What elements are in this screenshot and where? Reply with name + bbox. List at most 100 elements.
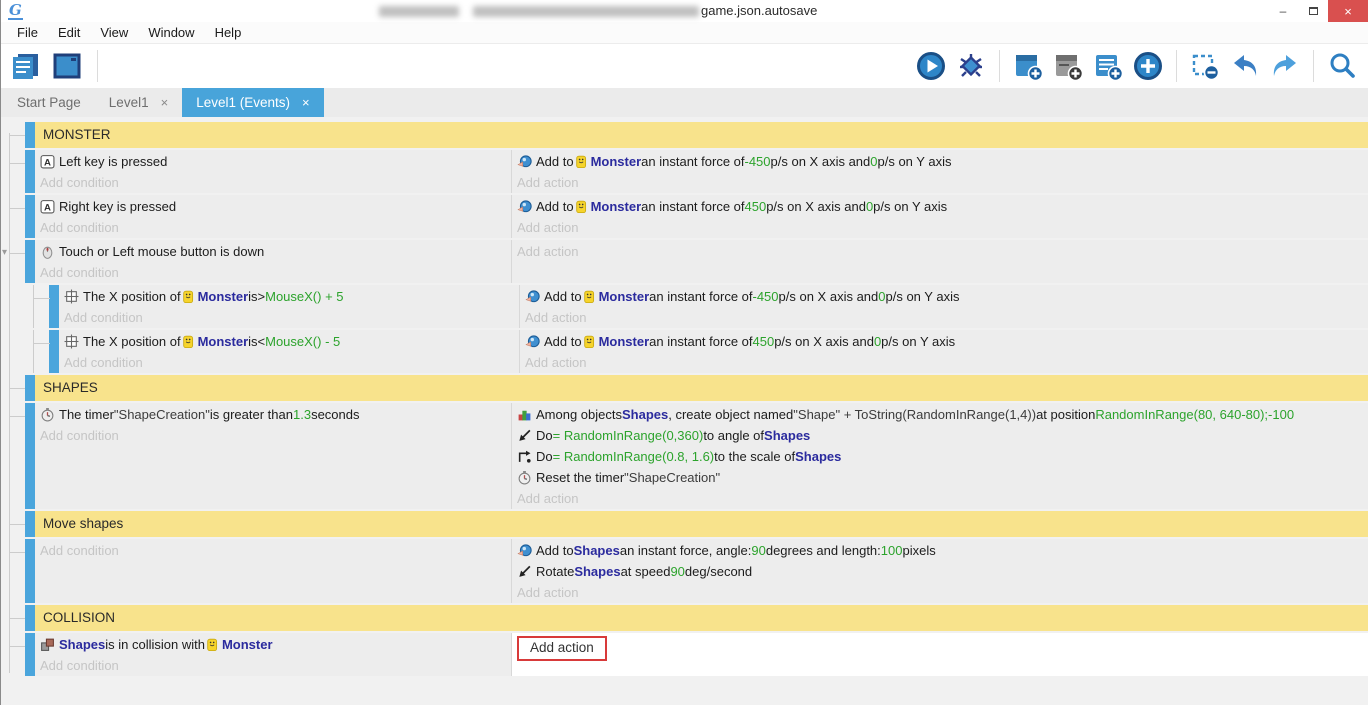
minimize-button[interactable]: – <box>1268 0 1298 22</box>
add-action-link[interactable]: Add action <box>520 307 1368 328</box>
tab-level1-events-[interactable]: Level1 (Events)× <box>182 88 323 117</box>
event-group-header[interactable]: SHAPES <box>35 375 1368 401</box>
add-action-link[interactable]: Add action <box>512 488 1368 509</box>
actions-cell[interactable]: Add to Shapes an instant force, angle: 9… <box>512 539 1368 603</box>
conditions-cell[interactable]: ALeft key is pressedAdd condition <box>35 150 512 193</box>
action-line[interactable]: Add to Monster an instant force of 450 p… <box>512 196 1368 217</box>
add-condition-link[interactable]: Add condition <box>59 352 519 373</box>
text-segment: Add to <box>544 334 582 349</box>
actions-cell[interactable]: Add to Monster an instant force of 450 p… <box>512 195 1368 238</box>
add-action-link[interactable]: Add action <box>512 241 1368 262</box>
scene-editor-icon <box>52 51 82 81</box>
event-handle-bar[interactable] <box>25 122 35 148</box>
condition-line[interactable]: ARight key is pressed <box>35 196 511 217</box>
add-event-button[interactable] <box>1012 50 1044 82</box>
action-line[interactable]: Do = RandomInRange(0.8, 1.6) to the scal… <box>512 446 1368 467</box>
tab-start-page[interactable]: Start Page <box>3 88 95 117</box>
tab-close-icon[interactable]: × <box>302 95 310 110</box>
condition-line[interactable]: The X position of Monster is < MouseX() … <box>59 331 519 352</box>
condition-line[interactable]: ALeft key is pressed <box>35 151 511 172</box>
actions-cell[interactable]: Add action <box>512 240 1368 283</box>
actions-cell[interactable]: Add to Monster an instant force of -450 … <box>520 285 1368 328</box>
menu-item-edit[interactable]: Edit <box>48 22 90 44</box>
actions-cell[interactable]: Add to Monster an instant force of -450 … <box>512 150 1368 193</box>
event-group-header[interactable]: Move shapes <box>35 511 1368 537</box>
play-button[interactable] <box>915 50 947 82</box>
event-handle-bar[interactable] <box>25 605 35 631</box>
add-condition-link[interactable]: Add condition <box>59 307 519 328</box>
redo-button[interactable] <box>1269 50 1301 82</box>
actions-cell[interactable]: Among objects Shapes, create object name… <box>512 403 1368 509</box>
delete-selection-button[interactable] <box>1189 50 1221 82</box>
add-condition-link[interactable]: Add condition <box>35 540 511 561</box>
menu-item-help[interactable]: Help <box>205 22 252 44</box>
add-condition-link[interactable]: Add condition <box>35 172 511 193</box>
conditions-cell[interactable]: Shapes is in collision with MonsterAdd c… <box>35 633 512 676</box>
add-condition-link[interactable]: Add condition <box>35 217 511 238</box>
menu-item-window[interactable]: Window <box>138 22 204 44</box>
title-bar: G game.json.autosave – × <box>1 0 1368 22</box>
event-handle-bar[interactable] <box>25 195 35 238</box>
conditions-cell[interactable]: The X position of Monster is < MouseX() … <box>59 330 520 373</box>
event-handle-bar[interactable] <box>25 375 35 401</box>
add-action-link[interactable]: Add action <box>512 172 1368 193</box>
add-comment-button[interactable] <box>1092 50 1124 82</box>
search-button[interactable] <box>1326 50 1358 82</box>
event-handle-bar[interactable] <box>25 240 35 283</box>
condition-line[interactable]: Shapes is in collision with Monster <box>35 634 511 655</box>
text-segment: is in collision with <box>105 637 205 652</box>
event-handle-bar[interactable] <box>25 150 35 193</box>
add-action-link[interactable]: Add action <box>512 582 1368 603</box>
action-line[interactable]: Rotate Shapes at speed 90deg/second <box>512 561 1368 582</box>
event-handle-bar[interactable] <box>25 539 35 603</box>
add-condition-link[interactable]: Add condition <box>35 425 511 446</box>
event-handle-bar[interactable] <box>25 511 35 537</box>
add-new-button[interactable] <box>1132 50 1164 82</box>
undo-button[interactable] <box>1229 50 1261 82</box>
text-segment: "Shape" + ToString(RandomInRange(1,4)) <box>793 407 1036 422</box>
condition-line[interactable]: The X position of Monster is > MouseX() … <box>59 286 519 307</box>
menu-item-view[interactable]: View <box>90 22 138 44</box>
condition-line[interactable]: Touch or Left mouse button is down <box>35 241 511 262</box>
maximize-button[interactable] <box>1298 0 1328 22</box>
sub-tree-gutter <box>33 330 49 373</box>
action-line[interactable]: Add to Monster an instant force of 450 p… <box>520 331 1368 352</box>
actions-cell[interactable]: Add action <box>512 633 1368 676</box>
conditions-cell[interactable]: Touch or Left mouse button is downAdd co… <box>35 240 512 283</box>
tab-close-icon[interactable]: × <box>161 95 169 110</box>
condition-line[interactable]: The timer "ShapeCreation" is greater tha… <box>35 404 511 425</box>
tab-level1[interactable]: Level1× <box>95 88 182 117</box>
event-handle-bar[interactable] <box>49 285 59 328</box>
scene-editor-button[interactable] <box>51 50 83 82</box>
project-manager-button[interactable] <box>9 50 41 82</box>
action-line[interactable]: Add to Monster an instant force of -450 … <box>520 286 1368 307</box>
event-handle-bar[interactable] <box>49 330 59 373</box>
action-line[interactable]: Reset the timer "ShapeCreation" <box>512 467 1368 488</box>
action-line[interactable]: Among objects Shapes, create object name… <box>512 404 1368 425</box>
conditions-cell[interactable]: Add condition <box>35 539 512 603</box>
event-group-header[interactable]: COLLISION <box>35 605 1368 631</box>
event-group-header[interactable]: MONSTER <box>35 122 1368 148</box>
conditions-cell[interactable]: The timer "ShapeCreation" is greater tha… <box>35 403 512 509</box>
actions-cell[interactable]: Add to Monster an instant force of 450 p… <box>520 330 1368 373</box>
action-line[interactable]: Do = RandomInRange(0,360) to angle of Sh… <box>512 425 1368 446</box>
force-icon <box>525 334 540 349</box>
action-line[interactable]: Add to Shapes an instant force, angle: 9… <box>512 540 1368 561</box>
action-line[interactable]: Add to Monster an instant force of -450 … <box>512 151 1368 172</box>
collapse-arrow-icon[interactable]: ▾ <box>2 247 7 258</box>
close-button[interactable]: × <box>1328 0 1368 22</box>
add-subevent-button[interactable] <box>1052 50 1084 82</box>
debug-button[interactable] <box>955 50 987 82</box>
conditions-cell[interactable]: The X position of Monster is > MouseX() … <box>59 285 520 328</box>
conditions-cell[interactable]: ARight key is pressedAdd condition <box>35 195 512 238</box>
add-condition-link[interactable]: Add condition <box>35 262 511 283</box>
add-action-link[interactable]: Add action <box>512 217 1368 238</box>
event-handle-bar[interactable] <box>25 633 35 676</box>
menu-item-file[interactable]: File <box>7 22 48 44</box>
event-handle-bar[interactable] <box>25 403 35 509</box>
add-action-button-highlighted[interactable]: Add action <box>517 636 607 661</box>
add-condition-link[interactable]: Add condition <box>35 655 511 676</box>
add-action-link[interactable]: Add action <box>520 352 1368 373</box>
text-segment: "ShapeCreation" <box>624 470 720 485</box>
project-manager-icon <box>10 51 40 81</box>
